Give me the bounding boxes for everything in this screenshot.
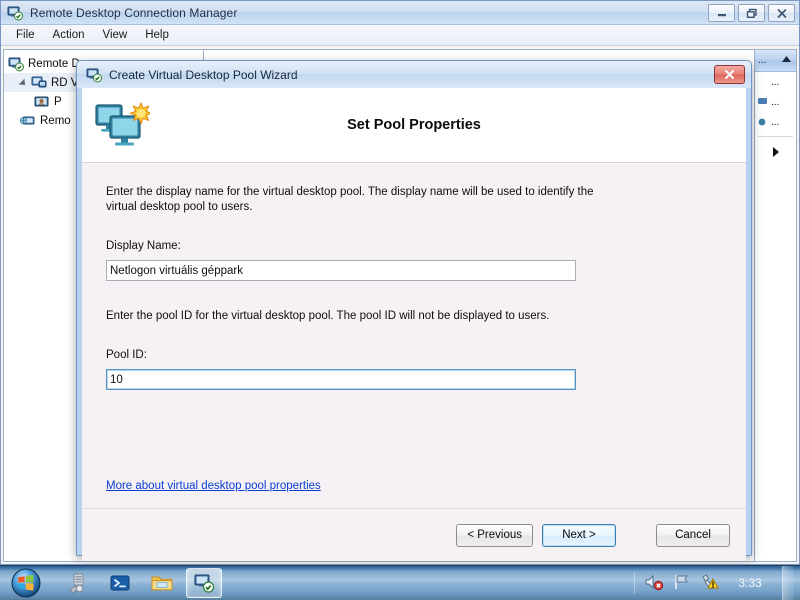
action-item-icon bbox=[757, 96, 769, 108]
dialog-title: Create Virtual Desktop Pool Wizard bbox=[109, 67, 298, 82]
display-name-input[interactable]: Netlogon virtuális géppark bbox=[106, 260, 576, 281]
close-icon[interactable] bbox=[768, 4, 795, 22]
action-item-icon bbox=[757, 116, 769, 128]
chevron-down-icon[interactable] bbox=[20, 78, 29, 87]
previous-button[interactable]: < Previous bbox=[456, 523, 533, 547]
pool-id-label: Pool ID: bbox=[106, 349, 147, 361]
display-name-label: Display Name: bbox=[106, 240, 181, 252]
dialog-close-icon[interactable] bbox=[714, 65, 745, 84]
action-center-warning-icon[interactable] bbox=[700, 573, 720, 594]
rdcm-icon bbox=[7, 5, 23, 21]
volume-muted-icon[interactable] bbox=[644, 573, 664, 594]
actions-pane-divider bbox=[758, 136, 793, 137]
action-item-label: ... bbox=[771, 76, 780, 88]
remoteapp-icon bbox=[19, 113, 36, 129]
cancel-button[interactable]: Cancel bbox=[656, 523, 730, 547]
system-tray: 3:33 bbox=[634, 565, 800, 600]
dialog-header: Set Pool Properties bbox=[82, 88, 746, 163]
show-desktop-button[interactable] bbox=[782, 565, 794, 600]
powershell-icon[interactable] bbox=[102, 568, 138, 598]
actions-pane-title: ... bbox=[758, 55, 767, 66]
restore-icon[interactable] bbox=[738, 4, 765, 22]
minimize-icon[interactable] bbox=[708, 4, 735, 22]
windows-start-orb[interactable] bbox=[2, 568, 50, 599]
server-manager-icon[interactable] bbox=[60, 568, 96, 598]
taskbar-clock[interactable]: 3:33 bbox=[729, 576, 771, 590]
dialog-titlebar: Create Virtual Desktop Pool Wizard bbox=[77, 61, 751, 88]
dialog-body: Enter the display name for the virtual d… bbox=[82, 163, 746, 508]
wizard-icon bbox=[86, 67, 102, 83]
more-arrow-icon[interactable] bbox=[755, 141, 796, 163]
menu-view[interactable]: View bbox=[94, 27, 137, 43]
collapse-up-icon[interactable] bbox=[781, 55, 792, 66]
file-explorer-icon[interactable] bbox=[144, 568, 180, 598]
menu-file[interactable]: File bbox=[7, 27, 44, 43]
rdcm-taskbar-icon[interactable] bbox=[186, 568, 222, 598]
more-about-pool-properties-link[interactable]: More about virtual desktop pool properti… bbox=[106, 480, 321, 492]
pool-id-description: Enter the pool ID for the virtual deskto… bbox=[106, 310, 550, 322]
tray-divider bbox=[634, 572, 635, 594]
menu-action[interactable]: Action bbox=[44, 27, 94, 43]
next-button[interactable]: Next > bbox=[542, 523, 616, 547]
taskbar: 3:33 bbox=[0, 565, 800, 600]
dialog-footer: < Previous Next > Cancel bbox=[82, 508, 746, 561]
pool-icon bbox=[34, 94, 50, 110]
create-virtual-desktop-pool-wizard-dialog: Create Virtual Desktop Pool Wizard Set P… bbox=[76, 60, 752, 561]
pool-id-input[interactable]: 10 bbox=[106, 369, 576, 390]
tree-item-label: P bbox=[54, 95, 62, 108]
tree-item-label: Remote D bbox=[28, 57, 80, 70]
action-item-icon bbox=[757, 76, 769, 88]
pool-id-value: 10 bbox=[110, 373, 123, 386]
window-controls bbox=[708, 4, 795, 22]
actions-pane: ... ... ... ... bbox=[755, 49, 797, 562]
network-flag-icon[interactable] bbox=[673, 573, 691, 594]
menubar: File Action View Help bbox=[1, 25, 799, 46]
action-item[interactable]: ... bbox=[755, 72, 796, 92]
rd-virtualization-icon bbox=[31, 75, 47, 91]
main-window-title: Remote Desktop Connection Manager bbox=[30, 5, 238, 20]
action-item-label: ... bbox=[771, 116, 780, 128]
display-name-value: Netlogon virtuális géppark bbox=[110, 264, 243, 277]
menu-help[interactable]: Help bbox=[136, 27, 178, 43]
taskbar-items bbox=[60, 568, 222, 598]
action-item[interactable]: ... bbox=[755, 92, 796, 112]
rd-services-icon bbox=[8, 56, 24, 72]
tree-item-label: Remo bbox=[40, 114, 71, 127]
main-window-titlebar: Remote Desktop Connection Manager bbox=[1, 1, 799, 25]
action-item[interactable]: ... bbox=[755, 112, 796, 132]
dialog-heading: Set Pool Properties bbox=[347, 117, 481, 133]
display-name-description: Enter the display name for the virtual d… bbox=[106, 186, 594, 213]
action-item-label: ... bbox=[771, 96, 780, 108]
actions-pane-header: ... bbox=[755, 50, 796, 72]
